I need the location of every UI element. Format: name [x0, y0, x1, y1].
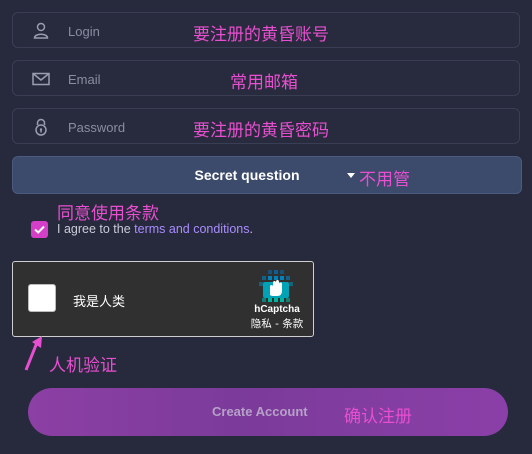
annotation-arrow [24, 336, 42, 371]
annotation-secret: 不用管 [359, 170, 410, 190]
terms-link[interactable]: terms and conditions [134, 222, 249, 236]
annotation-login: 要注册的黄昏账号 [193, 25, 329, 45]
captcha-checkbox-label: 我是人类 [73, 295, 126, 310]
captcha-brand: hCaptcha [254, 304, 300, 315]
agree-suffix: . [249, 222, 253, 236]
lock-icon [35, 118, 47, 136]
annotation-create: 确认注册 [344, 407, 412, 427]
password-input[interactable] [66, 109, 190, 145]
secret-question-label: Secret question [194, 167, 300, 183]
login-input[interactable] [66, 13, 190, 49]
secret-question-select[interactable]: Secret question [12, 156, 522, 194]
annotation-agree: 同意使用条款 [57, 204, 159, 224]
hcaptcha-widget: 我是人类 hCaptcha 隐私 - 条款 [12, 261, 314, 337]
check-icon [34, 225, 45, 234]
user-icon [33, 22, 49, 39]
create-account-button[interactable]: Create Account [28, 388, 508, 436]
captcha-links[interactable]: 隐私 - 条款 [241, 316, 313, 331]
annotation-password: 要注册的黄昏密码 [193, 121, 329, 141]
create-account-label: Create Account [212, 404, 308, 419]
agree-text: I agree to the terms and conditions. [57, 222, 253, 236]
caret-down-icon [347, 173, 355, 178]
agree-prefix: I agree to the [57, 222, 135, 236]
envelope-icon [32, 72, 50, 86]
agree-checkbox[interactable] [31, 221, 48, 238]
annotation-captcha: 人机验证 [49, 356, 117, 376]
email-input[interactable] [66, 61, 190, 97]
captcha-checkbox[interactable] [28, 284, 56, 312]
annotation-email: 常用邮箱 [230, 73, 298, 93]
hcaptcha-logo-icon [259, 270, 293, 302]
